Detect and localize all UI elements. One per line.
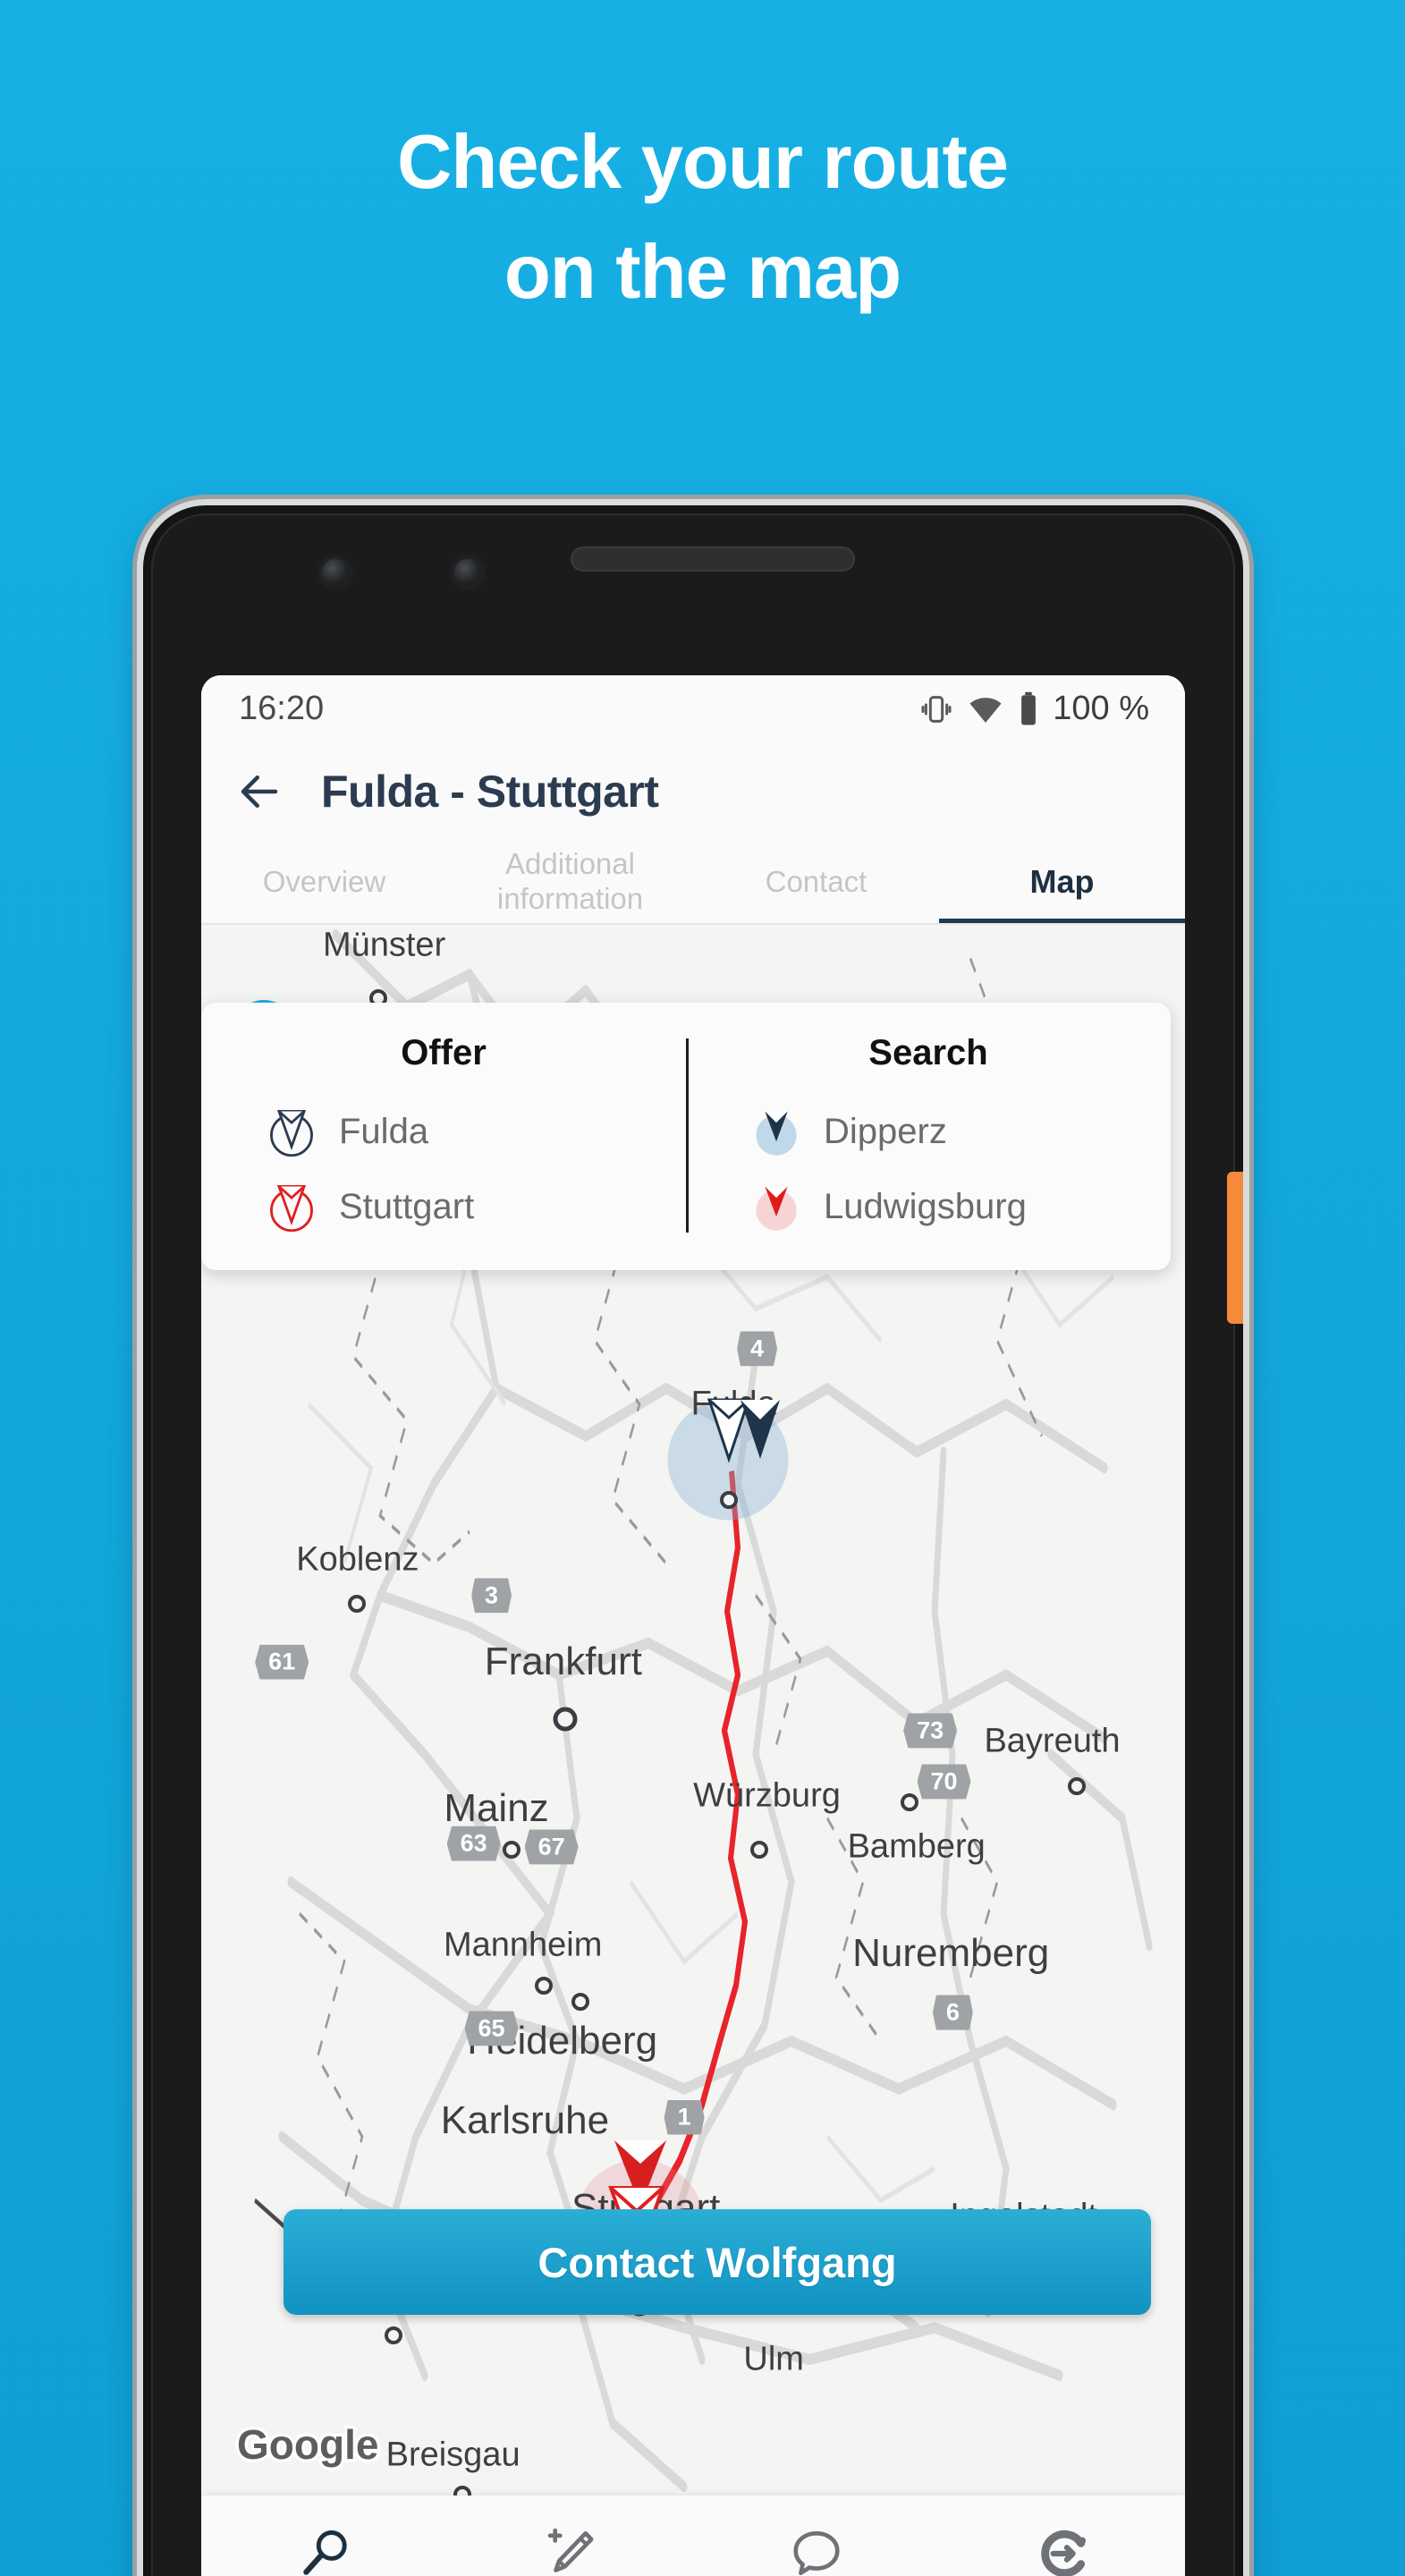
route-summary-card: Offer Fulda Stuttgart Search Dipperz Lud… — [201, 1003, 1171, 1270]
cap-logo-icon — [1035, 2519, 1090, 2576]
search-point-label: Ludwigsburg — [824, 1186, 1027, 1226]
highway-shield: 3 — [470, 1578, 512, 1614]
search-origin-pin-icon[interactable] — [728, 1396, 835, 1495]
map-city-label: Bamberg — [847, 1827, 986, 1866]
map-city-dot — [384, 2326, 402, 2345]
pin-outline-navy-icon — [270, 1110, 313, 1157]
map-city-dot — [1068, 1777, 1086, 1796]
map-view[interactable]: Münster Paderborn Koblenz Frankfurt Main… — [201, 927, 1185, 2519]
origin-anchor-dot — [719, 1490, 738, 1509]
status-bar: 16:20 100 % — [201, 675, 1185, 742]
phone-side-accent — [1227, 1172, 1243, 1324]
offer-column: Offer Fulda Stuttgart — [201, 1033, 686, 1234]
map-city-label: Bayreuth — [984, 1722, 1121, 1760]
highway-shield: 73 — [903, 1713, 958, 1749]
battery-icon — [1021, 691, 1037, 724]
pin-filled-red-icon — [756, 1186, 797, 1231]
map-city-dot — [571, 1992, 589, 2011]
pen-plus-icon — [543, 2519, 598, 2576]
map-city-dot — [534, 1976, 553, 1995]
map-city-dot — [347, 1594, 366, 1613]
offer-point-label: Stuttgart — [339, 1186, 475, 1226]
map-city-label: Münster — [322, 927, 446, 964]
offer-point-label: Fulda — [339, 1111, 429, 1151]
map-city-label: Ulm — [743, 2340, 804, 2378]
bottom-navigation: Search Offer — [201, 2496, 1185, 2576]
page-title: Fulda - Stuttgart — [321, 767, 659, 817]
map-city-label: Breisgau — [385, 2436, 521, 2474]
highway-shield: 70 — [917, 1764, 971, 1800]
magnifier-icon — [297, 2519, 352, 2576]
map-city-label: Würzburg — [693, 1776, 841, 1815]
tab-additional-information[interactable]: Additional information — [447, 841, 693, 923]
map-city-label: Karlsruhe — [440, 2098, 610, 2142]
vibrate-icon — [921, 695, 952, 723]
status-clock: 16:20 — [239, 690, 325, 727]
map-city-label: Nuremberg — [852, 1931, 1050, 1976]
app-bar: Fulda - Stuttgart — [201, 742, 1185, 841]
map-city-label: Mannheim — [443, 1926, 603, 1964]
highway-shield: 6 — [932, 1995, 973, 2030]
app-screen: 16:20 100 % Fulda - Stuttgart Overview A… — [201, 675, 1185, 2576]
earpiece-speaker — [571, 547, 855, 572]
arrow-left-icon[interactable] — [235, 767, 284, 816]
map-city-dot — [502, 1841, 521, 1860]
nav-item-search[interactable]: Search — [201, 2496, 447, 2576]
highway-shield: 1 — [664, 2099, 705, 2135]
promo-headline: Check your route on the map — [0, 107, 1405, 328]
tab-map[interactable]: Map — [939, 841, 1185, 923]
search-point-row: Dipperz — [749, 1104, 1138, 1159]
wifi-icon — [969, 697, 1002, 723]
nav-item-my-cap[interactable]: My cAp — [939, 2496, 1185, 2576]
map-city-dot — [901, 1793, 918, 1811]
tab-bar: Overview Additional information Contact … — [201, 841, 1185, 923]
map-city-label: Koblenz — [296, 1540, 419, 1579]
pin-filled-navy-icon — [756, 1111, 797, 1156]
nav-item-offer[interactable]: Offer — [447, 2496, 693, 2576]
speech-bubble-icon — [789, 2519, 844, 2576]
battery-percentage: 100 % — [1053, 690, 1149, 727]
search-column: Search Dipperz Ludwigsburg — [686, 1033, 1171, 1234]
map-city-label: Frankfurt — [484, 1640, 642, 1684]
highway-shield: 65 — [464, 2011, 519, 2046]
google-attribution: Google — [233, 2419, 381, 2471]
map-city-dot — [553, 1707, 578, 1732]
tab-overview[interactable]: Overview — [201, 841, 447, 923]
phone-mockup: 16:20 100 % Fulda - Stuttgart Overview A… — [143, 505, 1243, 2576]
promo-line-1: Check your route — [396, 120, 1009, 205]
search-point-row: Ludwigsburg — [749, 1179, 1138, 1234]
contact-button[interactable]: Contact Wolfgang — [284, 2209, 1151, 2315]
highway-shield: 63 — [446, 1826, 501, 1861]
front-camera-secondary-icon — [454, 559, 481, 586]
search-point-label: Dipperz — [824, 1111, 947, 1151]
offer-column-title: Offer — [401, 1033, 487, 1072]
offer-point-row: Fulda — [264, 1104, 654, 1159]
nav-item-messages[interactable]: Messages — [693, 2496, 939, 2576]
map-city-dot — [749, 1841, 768, 1860]
tab-contact[interactable]: Contact — [693, 841, 939, 923]
pin-outline-red-icon — [270, 1185, 313, 1233]
offer-point-row: Stuttgart — [264, 1179, 654, 1234]
highway-shield: 67 — [524, 1829, 579, 1865]
promo-line-2: on the map — [504, 230, 901, 316]
highway-shield: 4 — [736, 1331, 778, 1367]
highway-shield: 61 — [255, 1644, 309, 1680]
search-column-title: Search — [868, 1033, 988, 1072]
phone-top-hardware — [143, 505, 1243, 675]
map-city-label: Mainz — [444, 1786, 549, 1831]
front-camera-icon — [322, 559, 349, 586]
